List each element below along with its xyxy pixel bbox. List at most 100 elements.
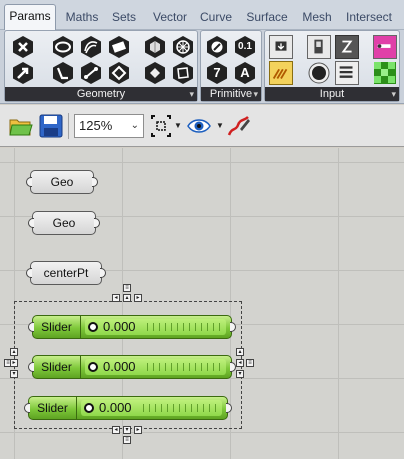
number-slider[interactable]: Slider 0.000 [28, 355, 236, 379]
rectangle-param-icon[interactable] [107, 61, 131, 85]
input-grip[interactable] [26, 177, 32, 187]
arc-param-icon[interactable] [79, 61, 103, 85]
tab-sets[interactable]: Sets [108, 8, 140, 30]
geometry-param-node[interactable]: Geo [26, 170, 98, 194]
primitive-panel-label: Primitive ▾ [201, 87, 261, 101]
slider-track[interactable]: 0.000 [81, 400, 222, 416]
geometry-panel: Geometry ▾ [4, 30, 198, 102]
gadget-arrow-down-icon[interactable]: ▾ [123, 426, 131, 434]
gadget-arrow-right-icon[interactable]: ▸ [134, 294, 142, 302]
gadget-arrow-down-icon[interactable]: ▾ [10, 370, 18, 378]
integer-param-glyph: 7 [213, 65, 221, 80]
slider-handle[interactable] [88, 322, 98, 332]
geometry-param-icon[interactable] [11, 35, 35, 59]
value-list-icon[interactable] [335, 61, 359, 85]
surface-param-icon[interactable] [143, 61, 167, 85]
param-label: Geo [50, 175, 74, 189]
slider-value: 0.000 [103, 319, 136, 334]
param-label: Geo [52, 216, 76, 230]
point-param-icon[interactable] [11, 61, 35, 85]
tab-mesh[interactable]: Mesh [298, 8, 336, 30]
tab-maths[interactable]: Maths [60, 8, 104, 30]
chevron-down-icon[interactable]: ▼ [216, 121, 224, 130]
number-slider-icon[interactable] [269, 35, 293, 59]
panel-expand-icon[interactable]: ▾ [253, 88, 258, 100]
slider-track[interactable]: 0.000 [85, 319, 226, 335]
box-param-icon[interactable] [107, 35, 131, 59]
tab-curve[interactable]: Curve [196, 8, 236, 30]
boolean-param-icon[interactable] [205, 35, 229, 59]
slider-ticks [147, 363, 220, 371]
slider-ticks [143, 404, 216, 412]
align-bottom-gadget[interactable]: ◂ ▾ ▸ ≡ [112, 426, 146, 448]
gadget-arrow-left-icon[interactable]: ◂ [112, 294, 120, 302]
gadget-cell-icon[interactable]: ≡ [123, 436, 131, 444]
toolbar-separator [68, 113, 69, 139]
color-swatch-icon[interactable] [373, 61, 397, 85]
align-left-gadget[interactable]: ▴ ≡ ▸ ▾ [4, 348, 24, 382]
gadget-arrow-up-icon[interactable]: ▴ [236, 348, 244, 356]
output-grip[interactable] [92, 177, 98, 187]
gadget-arrow-up-icon[interactable]: ▴ [10, 348, 18, 356]
number-slider[interactable]: Slider 0.000 [24, 396, 232, 420]
grasshopper-canvas[interactable]: Geo Geo centerPt ≡ ◂ ▴ ▸ ◂ ▾ ▸ ≡ ▴ ≡ ▸ ▾… [0, 148, 404, 459]
point-param-node[interactable]: centerPt [26, 261, 106, 285]
component-tab-strip: Params Maths Sets Vector Curve Surface M… [0, 0, 404, 30]
gadget-cell-icon[interactable]: ≡ [123, 284, 131, 292]
gadget-arrow-up-icon[interactable]: ▴ [123, 294, 131, 302]
graph-mapper-icon[interactable] [269, 61, 293, 85]
chevron-down-icon[interactable]: ▼ [174, 121, 182, 130]
number-param-icon[interactable]: 0.1 [233, 35, 257, 59]
zoom-level-select[interactable]: 125% ⌄ [74, 114, 144, 138]
tab-surface[interactable]: Surface [244, 8, 290, 30]
align-top-gadget[interactable]: ≡ ◂ ▴ ▸ [112, 284, 146, 306]
zoom-extents-icon[interactable] [150, 113, 172, 139]
gradient-icon[interactable] [373, 35, 397, 59]
input-grip[interactable] [28, 218, 34, 228]
input-grip[interactable] [26, 268, 32, 278]
slider-track[interactable]: 0.000 [85, 359, 226, 375]
line-param-icon[interactable] [51, 61, 75, 85]
gadget-cell-icon[interactable]: ≡ [246, 359, 254, 367]
gadget-arrow-left-icon[interactable]: ◂ [112, 426, 120, 434]
number-slider[interactable]: Slider 0.000 [28, 315, 236, 339]
tab-intersect[interactable]: Intersect [342, 8, 396, 30]
gadget-arrow-left-icon[interactable]: ◂ [236, 359, 244, 367]
component-ribbon: Geometry ▾ 0.1 7 A Primitive ▾ Input ▾ [0, 30, 404, 104]
panel-param-icon[interactable] [335, 35, 359, 59]
gadget-arrow-right-icon[interactable]: ▸ [134, 426, 142, 434]
gadget-arrow-right-icon[interactable]: ▸ [10, 359, 18, 367]
circle-param-icon[interactable] [51, 35, 75, 59]
tab-vector[interactable]: Vector [148, 8, 192, 30]
toggle-icon[interactable] [307, 35, 331, 59]
tab-params[interactable]: Params [4, 4, 56, 30]
integer-param-icon[interactable]: 7 [205, 61, 229, 85]
geometry-panel-label: Geometry ▾ [5, 87, 197, 101]
eye-icon[interactable] [186, 113, 212, 139]
text-param-glyph: A [240, 65, 250, 80]
chevron-down-icon: ⌄ [130, 120, 139, 131]
slider-handle[interactable] [84, 403, 94, 413]
slider-handle[interactable] [88, 362, 98, 372]
button-icon[interactable] [307, 61, 331, 85]
panel-expand-icon[interactable]: ▾ [391, 88, 396, 100]
brep-param-icon[interactable] [143, 35, 167, 59]
twisted-box-param-icon[interactable] [171, 61, 195, 85]
mesh-param-icon[interactable] [171, 35, 195, 59]
curve-param-icon[interactable] [79, 35, 103, 59]
sketch-pen-icon[interactable] [226, 113, 252, 139]
gadget-arrow-down-icon[interactable]: ▾ [236, 370, 244, 378]
output-grip[interactable] [94, 218, 100, 228]
align-right-gadget[interactable]: ▴ ◂ ≡ ▾ [236, 348, 260, 382]
text-param-icon[interactable]: A [233, 61, 257, 85]
open-file-icon[interactable] [8, 113, 34, 139]
slider-label: Slider [29, 397, 77, 419]
output-grip[interactable] [100, 268, 106, 278]
number-param-glyph: 0.1 [238, 41, 252, 52]
slider-value: 0.000 [103, 359, 136, 374]
save-file-icon[interactable] [38, 113, 64, 139]
slider-value: 0.000 [99, 400, 132, 415]
slider-label: Slider [33, 356, 81, 378]
panel-expand-icon[interactable]: ▾ [189, 88, 194, 100]
geometry-param-node[interactable]: Geo [28, 211, 100, 235]
